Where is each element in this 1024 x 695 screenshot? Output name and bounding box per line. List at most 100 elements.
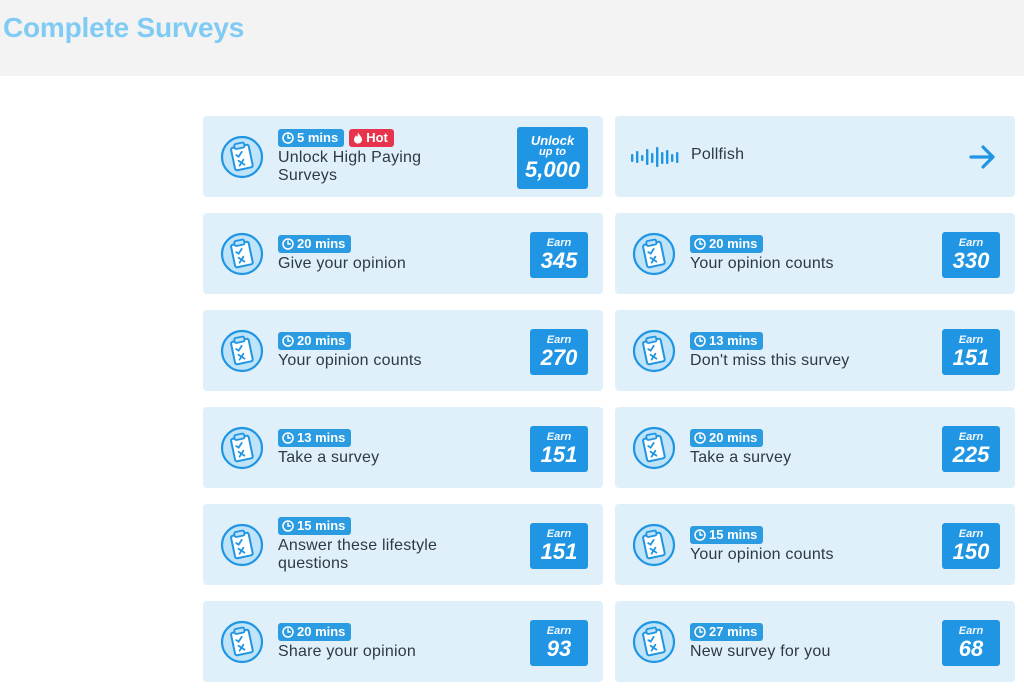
clock-icon <box>282 520 294 532</box>
survey-title: New survey for you <box>690 642 831 660</box>
page-title: Complete Surveys <box>3 12 245 43</box>
survey-card[interactable]: 15 mins Your opinion counts Earn 150 <box>615 504 1015 585</box>
survey-card[interactable]: 20 mins Your opinion counts Earn 330 <box>615 213 1015 294</box>
earn-label: Earn <box>958 625 984 637</box>
clipboard-icon <box>220 135 264 179</box>
time-badge: 20 mins <box>690 234 764 253</box>
survey-card[interactable]: 20 mins Share your opinion Earn 93 <box>203 601 603 682</box>
clipboard-icon <box>632 620 676 664</box>
badges: 13 mins <box>278 428 518 447</box>
time-badge: 20 mins <box>278 622 352 641</box>
clock-icon <box>694 335 706 347</box>
card-body: 20 mins Give your opinion <box>278 213 518 294</box>
clipboard-icon <box>220 620 264 664</box>
time-badge: 5 mins <box>278 128 345 147</box>
card-body: 13 mins Take a survey <box>278 407 518 488</box>
survey-card[interactable]: 27 mins New survey for you Earn 68 <box>615 601 1015 682</box>
earn-label: Earn <box>546 237 572 249</box>
earn-value: 345 <box>540 248 578 273</box>
earn-value: 330 <box>952 248 990 273</box>
clock-icon <box>282 238 294 250</box>
hot-badge: Hot <box>349 128 394 147</box>
time-label: 13 mins <box>297 430 346 445</box>
earn-value: 68 <box>958 636 984 661</box>
survey-title: Your opinion counts <box>690 545 834 563</box>
time-label: 15 mins <box>297 518 346 533</box>
time-badge: 15 mins <box>278 516 352 535</box>
earn-box: Earn 270 <box>530 329 588 375</box>
time-label: 15 mins <box>709 527 758 542</box>
time-badge: 20 mins <box>278 331 352 350</box>
badges: 15 mins <box>690 525 930 544</box>
survey-title: Give your opinion <box>278 254 406 272</box>
time-label: 5 mins <box>297 130 339 145</box>
earn-label: Earn <box>546 625 572 637</box>
earn-label: Earn <box>958 237 984 249</box>
badges: 20 mins <box>690 428 930 447</box>
unlock-reward-box: Unlock up to 5,000 <box>517 127 588 189</box>
badges: 15 mins <box>278 516 518 535</box>
clock-icon <box>694 529 706 541</box>
time-label: 20 mins <box>297 236 346 251</box>
clipboard-icon <box>632 329 676 373</box>
earn-box: Earn 225 <box>942 426 1000 472</box>
survey-grid: 5 mins Hot Unlock High Paying Surveys Un… <box>203 116 1015 682</box>
survey-card[interactable]: 20 mins Take a survey Earn 225 <box>615 407 1015 488</box>
survey-title: Take a survey <box>690 448 792 466</box>
card-body: 13 mins Don't miss this survey <box>690 310 930 391</box>
earn-label: Earn <box>546 334 572 346</box>
clipboard-icon <box>220 232 264 276</box>
survey-card[interactable]: 20 mins Give your opinion Earn 345 <box>203 213 603 294</box>
card-body: 5 mins Hot Unlock High Paying Surveys <box>278 116 518 197</box>
pollfish-wave-icon <box>631 147 679 167</box>
time-badge: 20 mins <box>690 428 764 447</box>
survey-card[interactable]: 13 mins Don't miss this survey Earn 151 <box>615 310 1015 391</box>
earn-value: 151 <box>952 345 990 370</box>
clipboard-icon <box>220 426 264 470</box>
time-badge: 15 mins <box>690 525 764 544</box>
clipboard-icon <box>632 523 676 567</box>
reward-value: 5,000 <box>524 157 581 182</box>
earn-box: Earn 68 <box>942 620 1000 666</box>
arrow-right-icon[interactable] <box>969 144 997 170</box>
earn-box: Earn 151 <box>530 523 588 569</box>
survey-title: Answer these lifestyle questions <box>278 536 438 572</box>
clock-icon <box>282 132 294 144</box>
survey-title: Share your opinion <box>278 642 416 660</box>
card-body: 15 mins Your opinion counts <box>690 504 930 585</box>
badges: 20 mins <box>278 234 518 253</box>
time-badge: 13 mins <box>690 331 764 350</box>
survey-card[interactable]: 20 mins Your opinion counts Earn 270 <box>203 310 603 391</box>
badges: 20 mins <box>278 622 518 641</box>
badges: 20 mins <box>278 331 518 350</box>
badges: 20 mins <box>690 234 930 253</box>
earn-value: 151 <box>540 442 578 467</box>
survey-card-featured[interactable]: 5 mins Hot Unlock High Paying Surveys Un… <box>203 116 603 197</box>
card-body: 20 mins Share your opinion <box>278 601 518 682</box>
survey-title: Unlock High Paying Surveys <box>278 148 422 184</box>
flame-icon <box>353 132 363 144</box>
time-badge: 13 mins <box>278 428 352 447</box>
provider-card-pollfish[interactable]: Pollfish <box>615 116 1015 197</box>
time-label: 27 mins <box>709 624 758 639</box>
time-label: 20 mins <box>709 430 758 445</box>
earn-label: Earn <box>958 528 984 540</box>
provider-name: Pollfish <box>691 146 745 163</box>
time-badge: 20 mins <box>278 234 352 253</box>
clock-icon <box>694 238 706 250</box>
badges: 5 mins Hot <box>278 128 518 147</box>
survey-card[interactable]: 15 mins Answer these lifestyle questions… <box>203 504 603 585</box>
survey-title: Your opinion counts <box>278 351 422 369</box>
badges: 27 mins <box>690 622 930 641</box>
card-body: 20 mins Your opinion counts <box>690 213 930 294</box>
earn-box: Earn 151 <box>942 329 1000 375</box>
clock-icon <box>694 626 706 638</box>
clock-icon <box>282 432 294 444</box>
card-body: 15 mins Answer these lifestyle questions <box>278 504 518 585</box>
earn-label: Earn <box>546 431 572 443</box>
earn-value: 270 <box>540 345 578 370</box>
earn-box: Earn 150 <box>942 523 1000 569</box>
survey-card[interactable]: 13 mins Take a survey Earn 151 <box>203 407 603 488</box>
time-label: 20 mins <box>709 236 758 251</box>
card-body: 20 mins Your opinion counts <box>278 310 518 391</box>
